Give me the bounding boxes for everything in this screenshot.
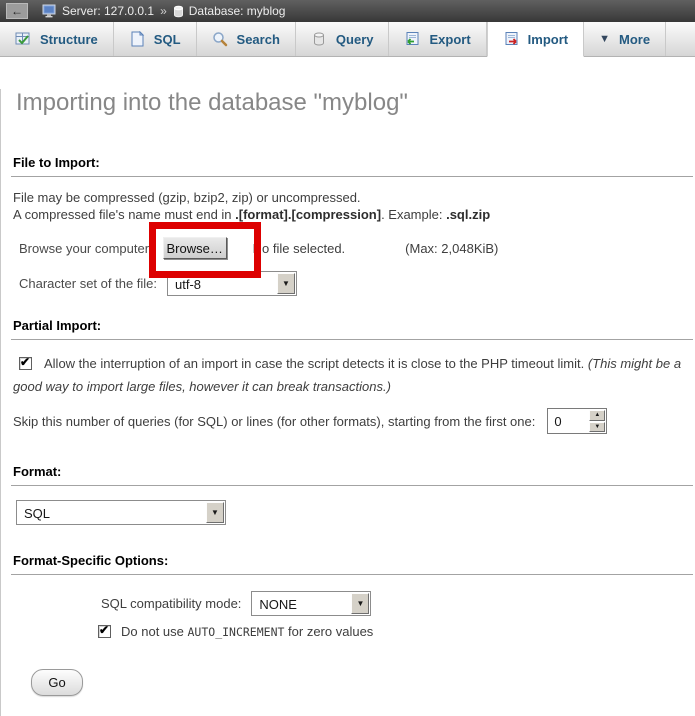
name-rule-prefix: A compressed file's name must end in — [13, 207, 235, 222]
format-selected-value: SQL — [17, 501, 205, 524]
compression-note-line1: File may be compressed (gzip, bzip2, zip… — [13, 189, 687, 206]
stepper-down-icon[interactable]: ▼ — [589, 422, 605, 433]
tab-sql[interactable]: SQL — [114, 22, 197, 56]
import-icon — [503, 31, 519, 47]
structure-icon — [15, 31, 31, 47]
skip-queries-value: 0 — [548, 409, 588, 433]
browse-row: Browse your computer: Browse… No file se… — [19, 237, 695, 259]
back-arrow-icon: ← — [11, 4, 23, 18]
query-icon — [311, 31, 327, 47]
tab-label: More — [619, 32, 650, 47]
browse-label: Browse your computer: — [19, 241, 153, 256]
section-heading-partial-import: Partial Import: — [11, 318, 693, 340]
name-rule-example: .sql.zip — [446, 207, 490, 222]
sql-compatibility-select[interactable]: NONE ▼ — [251, 591, 371, 616]
breadcrumb-server-link[interactable]: Server: 127.0.0.1 — [62, 4, 154, 18]
tab-label: Import — [528, 32, 568, 47]
auto-increment-prefix: Do not use — [121, 624, 188, 639]
page-title: Importing into the database "myblog" — [16, 89, 695, 117]
tab-label: Structure — [40, 32, 98, 47]
checkbox-check-icon: ✔ — [99, 623, 109, 637]
compression-note-line2: A compressed file's name must end in .[f… — [13, 206, 687, 223]
tab-label: Query — [336, 32, 374, 47]
skip-queries-stepper[interactable]: 0 ▲ ▼ — [547, 408, 607, 434]
back-button[interactable]: ← — [6, 3, 28, 19]
compression-note: File may be compressed (gzip, bzip2, zip… — [13, 189, 687, 223]
allow-interruption-label: Allow the interruption of an import in c… — [44, 356, 588, 371]
sql-compatibility-selected-value: NONE — [252, 592, 350, 615]
skip-queries-row: Skip this number of queries (for SQL) or… — [13, 408, 695, 434]
export-icon — [404, 31, 420, 47]
tab-more[interactable]: ▼ More — [584, 22, 666, 56]
tab-export[interactable]: Export — [389, 22, 486, 56]
breadcrumb-separator: » — [159, 4, 168, 18]
charset-label: Character set of the file: — [19, 276, 157, 291]
tab-query[interactable]: Query — [296, 22, 390, 56]
section-heading-format-specific: Format-Specific Options: — [11, 553, 693, 575]
section-heading-file-to-import: File to Import: — [11, 155, 693, 177]
sql-icon — [129, 31, 145, 47]
tab-label: Search — [237, 32, 280, 47]
sql-compatibility-row: SQL compatibility mode: NONE ▼ — [101, 591, 695, 616]
chevron-down-icon[interactable]: ▼ — [351, 593, 369, 614]
format-select[interactable]: SQL ▼ — [16, 500, 226, 525]
breadcrumb: ← Server: 127.0.0.1 » Database: myblog — [0, 0, 695, 22]
charset-row: Character set of the file: utf-8 ▼ — [19, 271, 695, 296]
section-heading-format: Format: — [11, 464, 693, 486]
allow-interruption-row: ✔ Allow the interruption of an import in… — [13, 352, 685, 398]
tab-bar: Structure SQL Search Query — [0, 22, 695, 57]
auto-increment-row: ✔ Do not use AUTO_INCREMENT for zero val… — [98, 624, 695, 639]
sql-compatibility-label: SQL compatibility mode: — [101, 596, 241, 611]
chevron-down-icon[interactable]: ▼ — [206, 502, 224, 523]
main-content: Importing into the database "myblog" Fil… — [0, 89, 695, 716]
file-status-text: No file selected. — [253, 241, 346, 256]
server-icon — [42, 4, 57, 18]
browse-button[interactable]: Browse… — [163, 237, 227, 259]
auto-increment-suffix: for zero values — [284, 624, 373, 639]
name-rule-mid: . Example: — [381, 207, 446, 222]
auto-increment-label: Do not use AUTO_INCREMENT for zero value… — [121, 624, 373, 639]
stepper-buttons: ▲ ▼ — [588, 409, 606, 433]
chevron-down-icon[interactable]: ▼ — [277, 273, 295, 294]
breadcrumb-database-link[interactable]: Database: myblog — [189, 4, 286, 18]
auto-increment-checkbox[interactable]: ✔ — [98, 625, 111, 638]
tab-structure[interactable]: Structure — [0, 22, 114, 56]
charset-selected-value: utf-8 — [168, 272, 276, 295]
tab-import[interactable]: Import — [487, 22, 584, 57]
format-row: SQL ▼ — [16, 500, 695, 525]
tab-label: Export — [429, 32, 470, 47]
checkbox-check-icon: ✔ — [20, 355, 30, 369]
skip-queries-label: Skip this number of queries (for SQL) or… — [13, 414, 535, 429]
database-icon — [173, 5, 184, 18]
tab-label: SQL — [154, 32, 181, 47]
tab-search[interactable]: Search — [197, 22, 296, 56]
file-input-wrapper: Browse… — [163, 237, 227, 259]
stepper-up-icon[interactable]: ▲ — [589, 410, 605, 421]
more-dropdown-icon: ▼ — [599, 34, 610, 45]
auto-increment-code: AUTO_INCREMENT — [188, 625, 285, 639]
charset-select[interactable]: utf-8 ▼ — [167, 271, 297, 296]
name-rule-pattern: .[format].[compression] — [235, 207, 381, 222]
go-button[interactable]: Go — [31, 669, 83, 696]
allow-interruption-checkbox[interactable]: ✔ — [19, 357, 32, 370]
search-icon — [212, 31, 228, 47]
max-upload-size: (Max: 2,048KiB) — [405, 241, 498, 256]
